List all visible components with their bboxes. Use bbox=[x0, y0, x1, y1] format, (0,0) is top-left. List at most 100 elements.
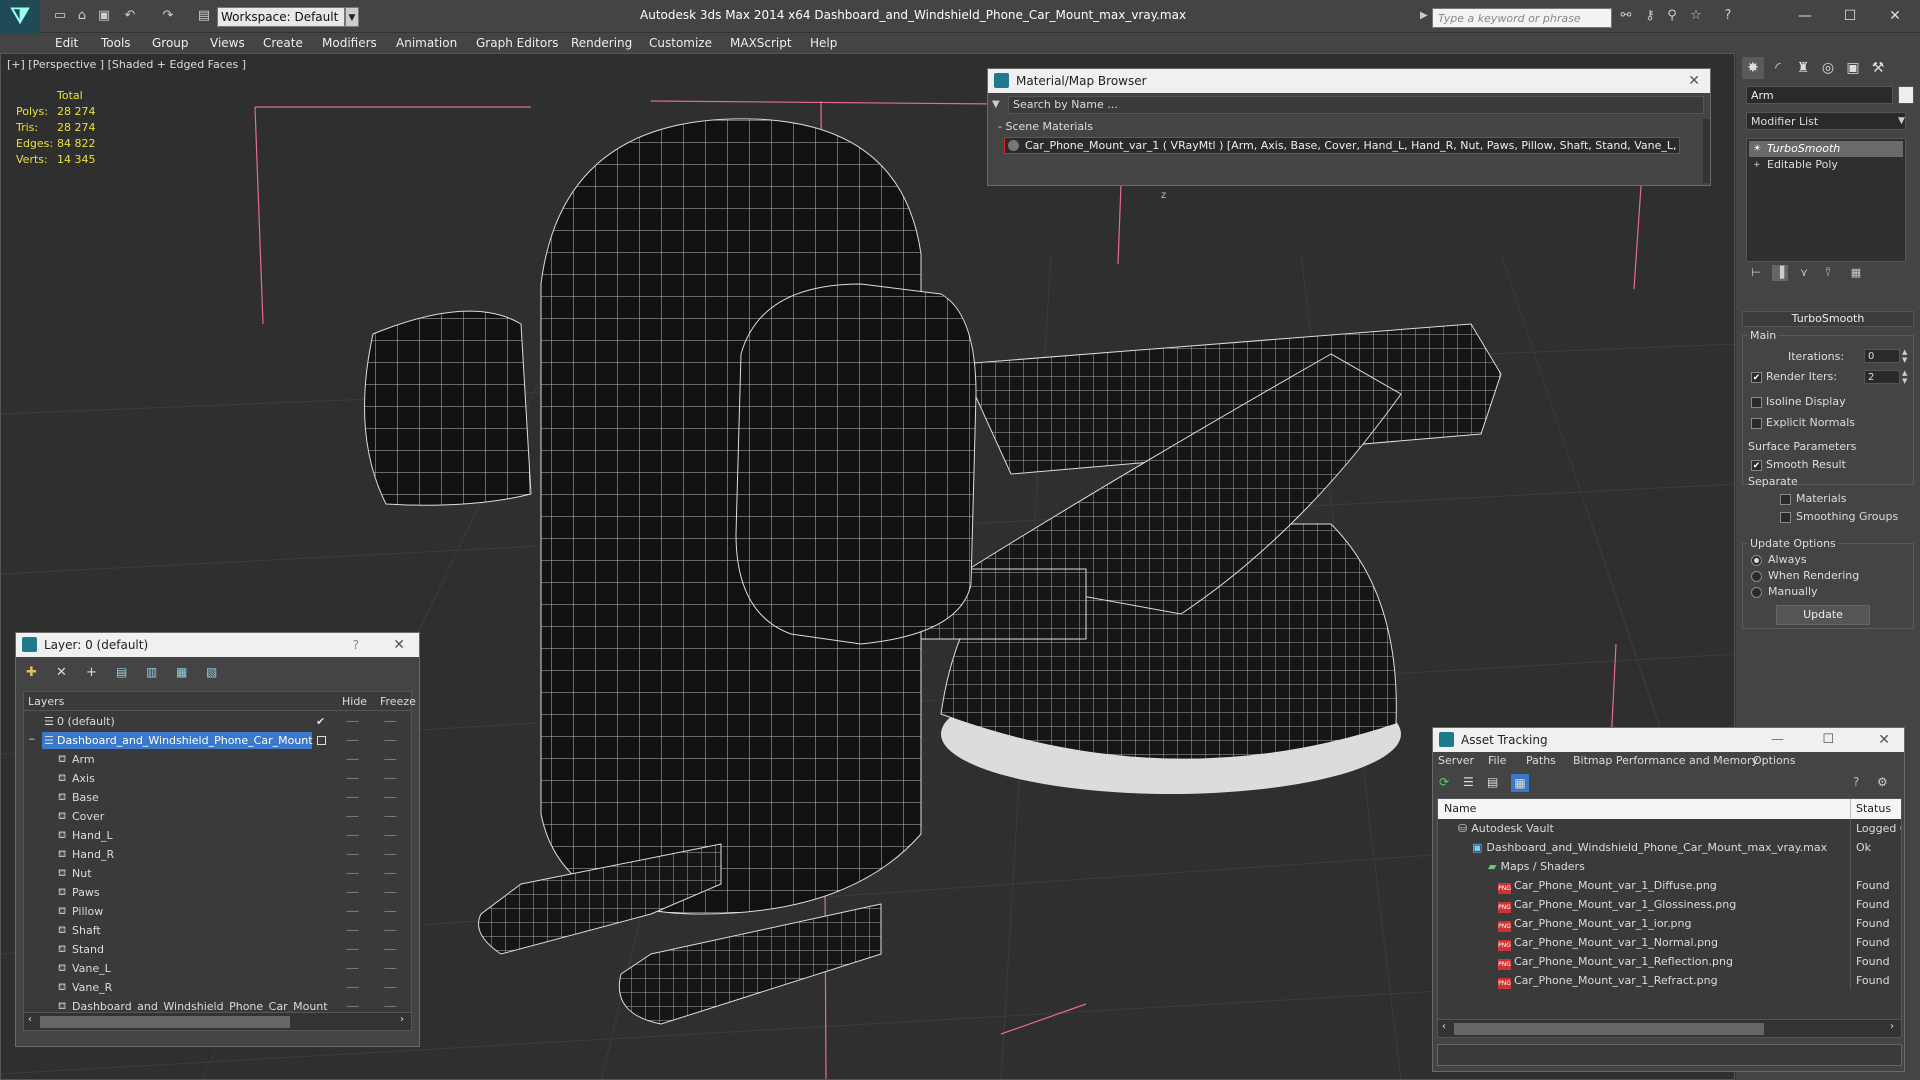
hide-toggle[interactable]: ––– bbox=[346, 731, 359, 750]
column-hide[interactable]: Hide bbox=[342, 692, 367, 711]
show-end-result-icon[interactable]: ▐ bbox=[1772, 265, 1788, 281]
spinner-arrows-icon[interactable]: ▲ ▼ bbox=[1902, 348, 1907, 364]
freeze-toggle[interactable]: ––– bbox=[384, 712, 397, 731]
close-icon[interactable]: ✕ bbox=[1688, 69, 1700, 93]
configure-sets-icon[interactable]: ▦ bbox=[1848, 265, 1864, 281]
motion-tab-icon[interactable]: ◎ bbox=[1817, 57, 1839, 79]
vault-help-icon[interactable]: ? bbox=[1853, 775, 1859, 789]
menu-customize[interactable]: Customize bbox=[649, 33, 712, 53]
set-current-box[interactable] bbox=[317, 736, 326, 745]
help-icon[interactable]: ? bbox=[353, 633, 359, 657]
menu-file[interactable]: File bbox=[1488, 752, 1506, 770]
explicit-normals-checkbox[interactable] bbox=[1751, 418, 1762, 429]
options-dropdown-icon[interactable]: ▼ bbox=[992, 99, 1000, 110]
isoline-display-checkbox[interactable] bbox=[1751, 397, 1762, 408]
hide-all-layers-icon[interactable]: ▦ bbox=[176, 665, 187, 679]
menu-bitmap-performance[interactable]: Bitmap Performance and Memory bbox=[1573, 752, 1758, 770]
stack-item-editable-poly[interactable]: Editable Poly bbox=[1749, 157, 1903, 173]
collapse-icon[interactable]: − bbox=[28, 731, 36, 750]
material-entry[interactable]: Car_Phone_Mount_var_1 ( VRayMtl ) [Arm, … bbox=[1004, 137, 1680, 154]
spinner-arrows-icon[interactable]: ▲ ▼ bbox=[1902, 369, 1907, 385]
freeze-toggle[interactable]: ––– bbox=[384, 769, 397, 788]
hide-toggle[interactable]: ––– bbox=[346, 959, 359, 978]
layer-object-row[interactable]: ⛾ Vane_L ––– ––– bbox=[24, 959, 411, 978]
material-browser-titlebar[interactable]: Material/Map Browser ✕ bbox=[988, 69, 1710, 93]
layer-object-row[interactable]: ⛾ Hand_L ––– ––– bbox=[24, 826, 411, 845]
utilities-tab-icon[interactable]: ⚒ bbox=[1867, 57, 1889, 79]
table-view-icon[interactable]: ▦ bbox=[1511, 774, 1529, 792]
menu-options[interactable]: Options bbox=[1753, 752, 1795, 770]
hide-toggle[interactable]: ––– bbox=[346, 845, 359, 864]
freeze-toggle[interactable]: ––– bbox=[384, 826, 397, 845]
workspace-select[interactable]: Workspace: Default bbox=[217, 7, 345, 27]
hide-toggle[interactable]: ––– bbox=[346, 807, 359, 826]
binoculars-icon[interactable]: ⚯ bbox=[1618, 8, 1634, 24]
freeze-toggle[interactable]: ––– bbox=[384, 788, 397, 807]
favorites-star-icon[interactable]: ☆ bbox=[1688, 8, 1704, 24]
save-file-icon[interactable]: ▣ bbox=[96, 8, 112, 24]
open-file-icon[interactable]: ⌂ bbox=[74, 8, 90, 24]
freeze-toggle[interactable]: ––– bbox=[384, 959, 397, 978]
asset-row[interactable]: PNG Car_Phone_Mount_var_1_Diffuse.png Foun… bbox=[1438, 876, 1901, 895]
layer-horizontal-scrollbar[interactable]: ‹ › bbox=[24, 1012, 411, 1030]
material-scrollbar[interactable] bbox=[1703, 119, 1710, 183]
layer-object-row[interactable]: ⛾ Pillow ––– ––– bbox=[24, 902, 411, 921]
layer-object-row[interactable]: ⛾ Arm ––– ––– bbox=[24, 750, 411, 769]
refresh-icon[interactable]: ⟳ bbox=[1439, 775, 1449, 789]
hierarchy-tab-icon[interactable]: ♜ bbox=[1792, 57, 1814, 79]
current-layer-check-icon[interactable]: ✔ bbox=[316, 712, 325, 731]
scroll-right-icon[interactable]: › bbox=[400, 1014, 404, 1025]
undo-icon[interactable]: ↶ bbox=[122, 8, 138, 24]
column-status[interactable]: Status bbox=[1850, 799, 1891, 819]
asset-row[interactable]: PNG Car_Phone_Mount_var_1_Reflection.png F… bbox=[1438, 952, 1901, 971]
scroll-left-icon[interactable]: ‹ bbox=[1442, 1021, 1446, 1032]
menu-modifiers[interactable]: Modifiers bbox=[322, 33, 377, 53]
modifier-list-dropdown[interactable]: Modifier List bbox=[1746, 112, 1906, 130]
layer-object-row[interactable]: ⛾ Paws ––– ––– bbox=[24, 883, 411, 902]
create-tab-icon[interactable]: ✸ bbox=[1742, 57, 1764, 79]
viewport-label[interactable]: [+] [Perspective ] [Shaded + Edged Faces… bbox=[7, 58, 246, 71]
update-always-radio[interactable] bbox=[1751, 555, 1762, 566]
menu-graph-editors[interactable]: Graph Editors bbox=[476, 33, 558, 53]
freeze-toggle[interactable]: ––– bbox=[384, 864, 397, 883]
search-input[interactable]: Type a keyword or phrase bbox=[1432, 8, 1612, 28]
asset-row[interactable]: PNG Car_Phone_Mount_var_1_Refract.png Foun… bbox=[1438, 971, 1901, 990]
layer-object-row[interactable]: ⛾ Shaft ––– ––– bbox=[24, 921, 411, 940]
add-to-layer-icon[interactable]: + bbox=[86, 665, 97, 680]
scroll-thumb[interactable] bbox=[40, 1016, 290, 1028]
layer-row-selected[interactable]: − ☰ Dashboard_and_Windshield_Phone_Car_M… bbox=[24, 731, 411, 750]
pin-stack-icon[interactable]: ⊢ bbox=[1748, 265, 1764, 281]
details-view-icon[interactable]: ▤ bbox=[1487, 775, 1498, 789]
hide-toggle[interactable]: ––– bbox=[346, 788, 359, 807]
menu-create[interactable]: Create bbox=[263, 33, 303, 53]
hide-toggle[interactable]: ––– bbox=[346, 978, 359, 997]
help-icon[interactable]: ? bbox=[1720, 8, 1736, 24]
freeze-toggle[interactable]: ––– bbox=[384, 731, 397, 750]
maximize-icon[interactable]: ☐ bbox=[1835, 4, 1865, 28]
remove-modifier-icon[interactable]: ⍢ bbox=[1820, 265, 1836, 281]
modify-tab-icon[interactable]: ◜ bbox=[1767, 57, 1789, 79]
create-layer-icon[interactable]: ✚ bbox=[26, 665, 37, 680]
chevron-down-icon[interactable]: ▼ bbox=[345, 7, 359, 27]
hide-toggle[interactable]: ––– bbox=[346, 769, 359, 788]
freeze-toggle[interactable]: ––– bbox=[384, 921, 397, 940]
layer-object-row[interactable]: ⛾ Nut ––– ––– bbox=[24, 864, 411, 883]
freeze-toggle[interactable]: ––– bbox=[384, 902, 397, 921]
object-color-swatch[interactable] bbox=[1898, 86, 1914, 104]
delete-layer-icon[interactable]: ✕ bbox=[56, 665, 67, 680]
asset-row[interactable]: ▣ Dashboard_and_Windshield_Phone_Car_Moun… bbox=[1438, 838, 1901, 857]
redo-icon[interactable]: ↷ bbox=[160, 8, 176, 24]
layer-object-row[interactable]: ⛾ Cover ––– ––– bbox=[24, 807, 411, 826]
smoothing-groups-checkbox[interactable] bbox=[1780, 512, 1791, 523]
close-icon[interactable]: ✕ bbox=[1880, 4, 1910, 28]
hide-toggle[interactable]: ––– bbox=[346, 940, 359, 959]
app-logo-icon[interactable]: ⧩ bbox=[0, 0, 40, 33]
update-button[interactable]: Update bbox=[1776, 605, 1870, 625]
asset-row[interactable]: PNG Car_Phone_Mount_var_1_Normal.png Found bbox=[1438, 933, 1901, 952]
scroll-thumb[interactable] bbox=[1454, 1023, 1764, 1035]
asset-horizontal-scrollbar[interactable]: ‹ › bbox=[1438, 1019, 1901, 1037]
freeze-toggle[interactable]: ––– bbox=[384, 750, 397, 769]
column-freeze[interactable]: Freeze bbox=[380, 692, 416, 711]
layer-row-default[interactable]: ☰ 0 (default) ✔ ––– ––– bbox=[24, 712, 411, 731]
close-icon[interactable]: ✕ bbox=[1878, 728, 1890, 752]
